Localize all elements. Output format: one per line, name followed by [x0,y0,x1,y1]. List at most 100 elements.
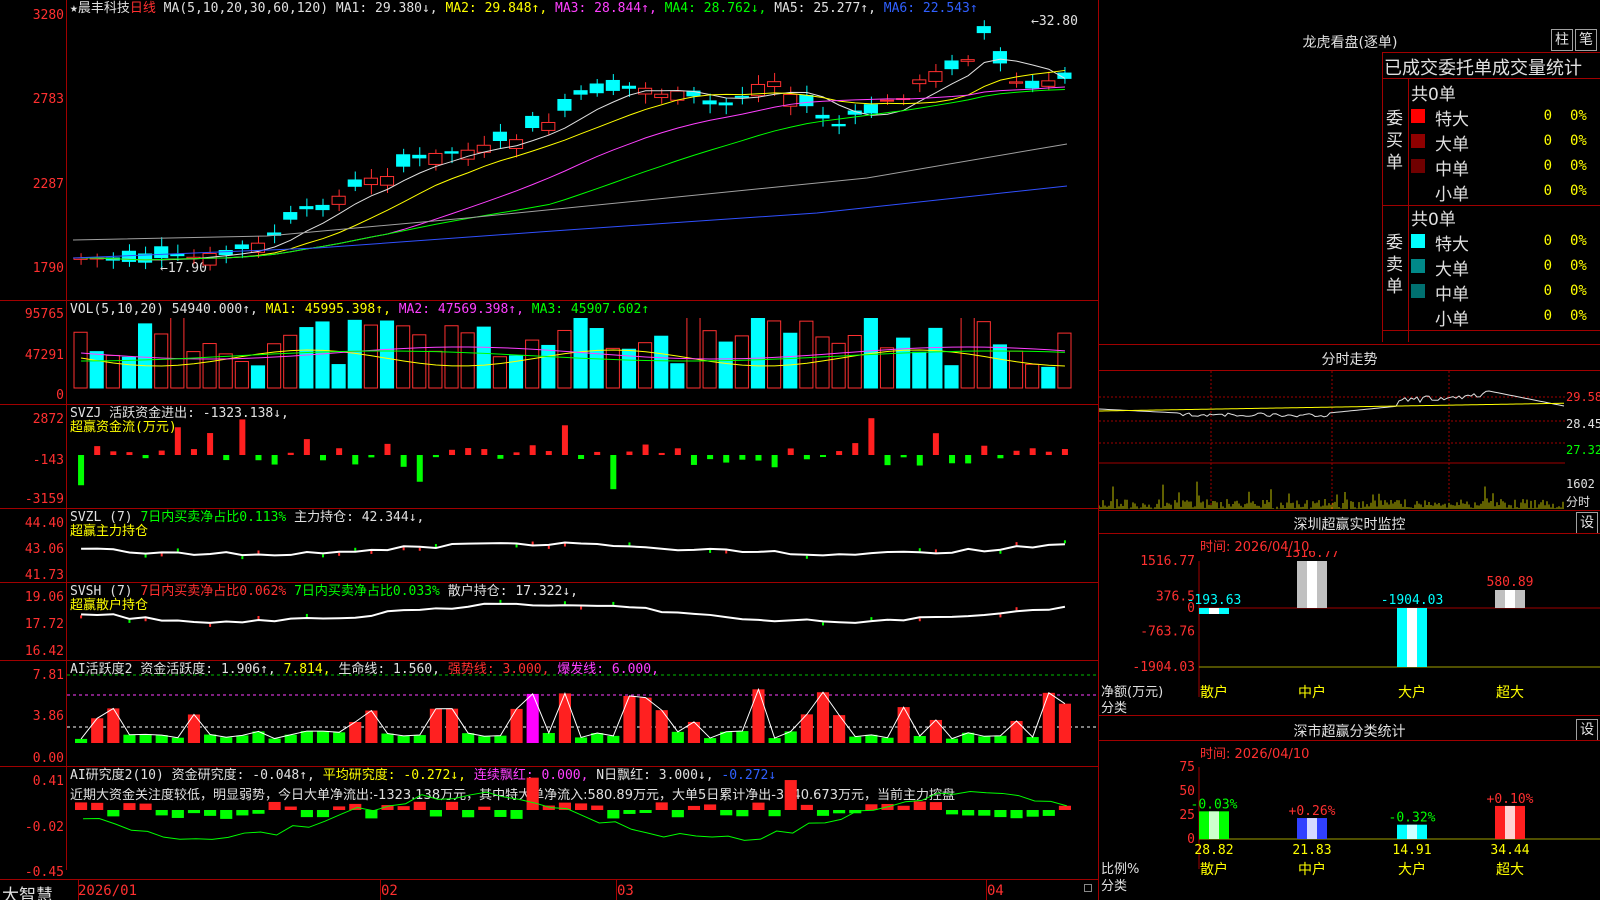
net-bar-highlight [1209,608,1219,614]
lock-icon[interactable] [1084,884,1092,892]
volume-bar [138,323,153,389]
tick-mark [547,545,550,549]
research-bar [1042,810,1055,816]
flow-bar [578,455,585,459]
tick-mark [999,614,1002,618]
tick-mark [870,617,873,621]
tick-mark [144,554,147,558]
sell-color-swatch [1411,284,1425,298]
sell-color-swatch [1411,309,1425,323]
research-bar [639,810,652,814]
research-bar [171,810,184,818]
candle-body [863,104,878,114]
vol-axis-label: 95765 [24,307,64,322]
research-bar [510,810,523,819]
candle-body [331,195,346,205]
bar-mode-button[interactable]: 柱 [1551,29,1573,51]
ai-axis-label: 7.81 [32,668,64,683]
candle-body [944,60,959,70]
ai-axis-label: 0.00 [32,751,64,766]
net-bar-highlight [1505,590,1515,608]
ai-axis-label: 3.86 [32,709,64,724]
volume-bar [718,341,733,389]
volume-bar [1008,350,1024,389]
tick-mark [531,541,534,545]
research-bar [816,810,830,816]
classify-settings-button[interactable]: 设 [1576,719,1598,741]
flow-bar [771,455,778,468]
research-bar [349,803,362,810]
flow-bar [787,448,794,455]
date-label: 04 [987,883,1004,899]
tick-mark [725,550,728,554]
research-bar [300,810,313,818]
activity-bar [316,731,330,743]
tick-mark [580,606,583,610]
volume-bar [1041,366,1056,389]
buy-row-label: 大单 [1435,135,1469,155]
flow-bar [965,455,972,464]
research-bar [429,810,442,817]
candle-body [976,26,991,34]
research-axis-label: -0.02 [24,820,64,835]
tick-mark [999,550,1002,554]
activity-bar [881,737,894,743]
research-bar [736,810,749,817]
candle-body [621,85,637,89]
candle-body [428,152,443,165]
volume-bar [750,318,766,389]
flow-bar [981,445,988,455]
activity-bar [929,719,942,743]
volume-bar [121,356,137,389]
flow-bar [803,455,810,460]
candlestick-chart [72,20,1072,271]
change-label: +0.10% [1487,792,1534,807]
ma5-value: MA5: 25.277↑, [774,1,876,16]
date-tick [986,880,987,900]
volume-bar [186,351,201,389]
activity-bars [67,674,1097,743]
sell-row-label: 大单 [1435,260,1469,280]
volume-bar [396,325,411,389]
flow-bar [1013,450,1020,455]
date-tick [616,880,617,900]
candle-body [960,59,975,62]
period-label[interactable]: 日线 [130,1,156,16]
net-value-label: -1904.03 [1381,593,1444,608]
activity-bar [913,735,926,743]
candle-body [412,154,427,159]
tick-mark [563,543,566,547]
tick-mode-button[interactable]: 笔 [1575,29,1597,51]
activity-bar [704,738,717,743]
tick-mark [354,547,357,551]
candle-body [1025,80,1040,89]
research-bar [204,810,217,816]
monitor-settings-button[interactable]: 设 [1576,512,1598,534]
research-bar [462,810,475,818]
activity-bar [397,735,410,743]
flow-bar [674,448,681,455]
tick-mark [80,615,83,619]
candle-body [557,98,572,111]
research-bar [978,810,991,816]
tick-mark [209,623,212,627]
candle-body [444,151,459,154]
dragon-tabs[interactable]: 已成交委托单成交量统计 [1384,54,1600,80]
stock-name[interactable]: ★晨丰科技 [70,1,130,16]
vol-ma1: MA1: 45995.398↑, [265,302,391,317]
candle-body [170,253,185,257]
flow-bar [1045,451,1052,455]
flow-bar [287,452,294,455]
ma1-value: MA1: 29.380↓, [335,1,438,16]
ma3-value: MA3: 28.844↑, [555,1,657,16]
sell-row-value: 0 [1543,308,1552,324]
holding-line [81,541,1065,557]
research-bar [865,804,878,810]
activity-bar [75,738,88,743]
ratio-bar-highlight [1505,805,1515,839]
activity-bar [429,708,442,743]
ratio-bar-highlight [1209,811,1219,839]
flow-bar [384,443,391,455]
buy-row-pct: 0% [1570,158,1587,174]
tick-mark [612,601,615,605]
